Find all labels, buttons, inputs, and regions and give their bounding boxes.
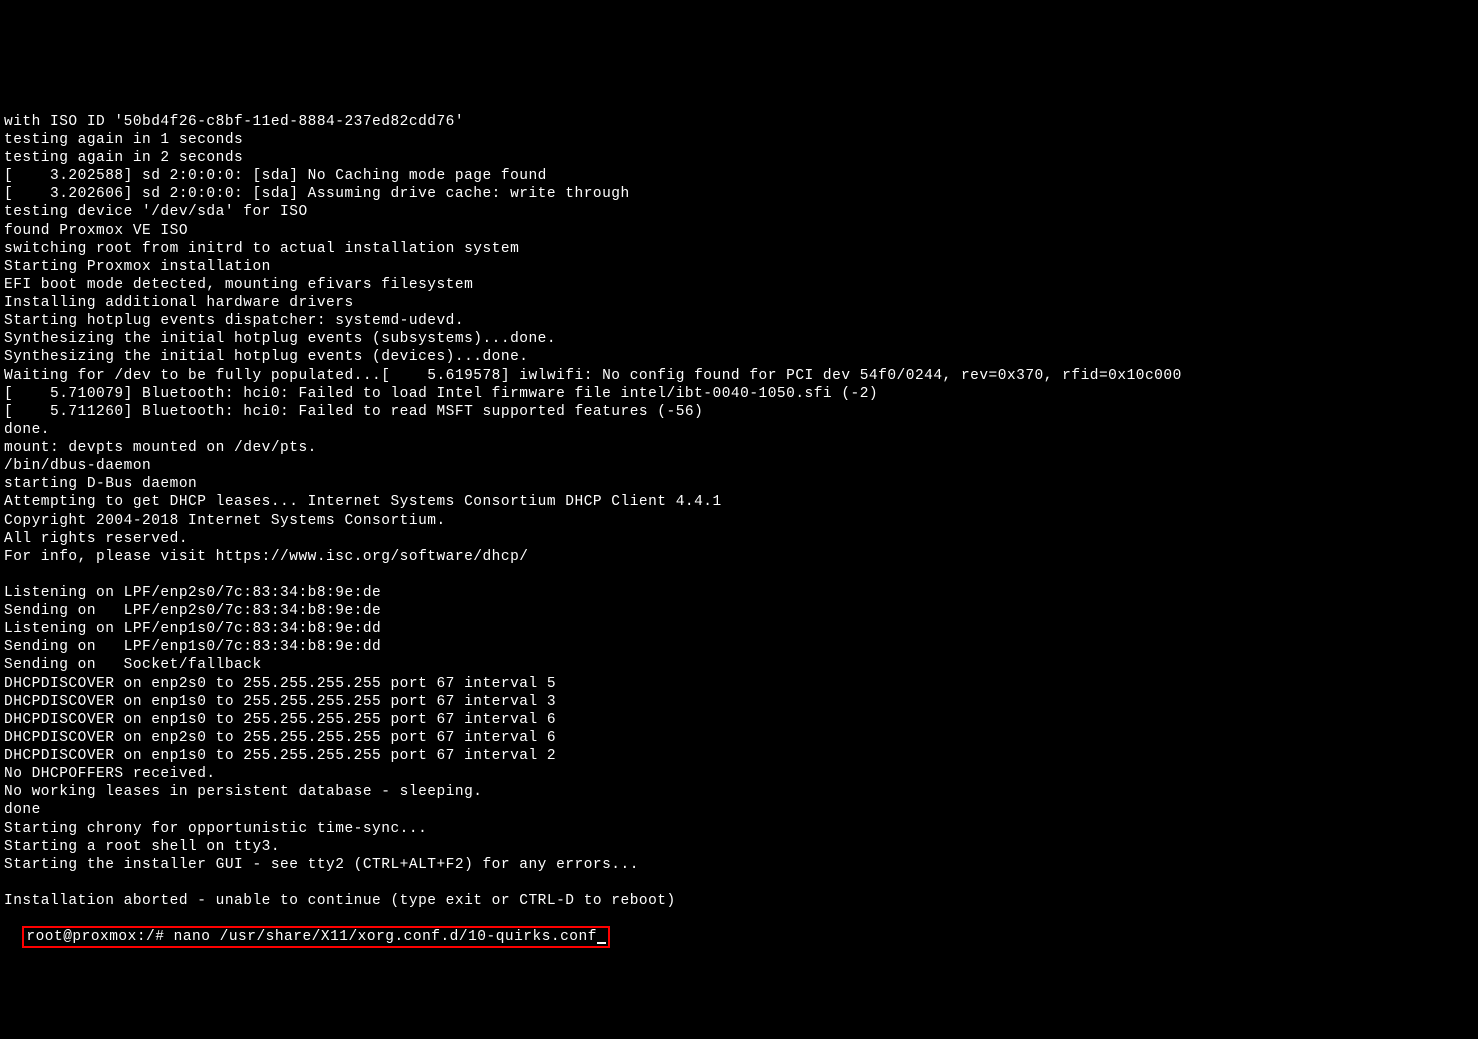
terminal-line: Starting Proxmox installation [4,258,1474,276]
terminal-line: mount: devpts mounted on /dev/pts. [4,439,1474,457]
terminal-line: testing device '/dev/sda' for ISO [4,203,1474,221]
terminal-line: found Proxmox VE ISO [4,222,1474,240]
terminal-line: DHCPDISCOVER on enp1s0 to 255.255.255.25… [4,693,1474,711]
terminal-line: Installation aborted - unable to continu… [4,892,1474,910]
prompt-user-host: root@proxmox:/# [26,929,173,945]
terminal-line: starting D-Bus daemon [4,475,1474,493]
terminal-line: [ 5.710079] Bluetooth: hci0: Failed to l… [4,385,1474,403]
terminal-line: EFI boot mode detected, mounting efivars… [4,276,1474,294]
terminal-line: [ 3.202588] sd 2:0:0:0: [sda] No Caching… [4,167,1474,185]
terminal-line: [ 5.711260] Bluetooth: hci0: Failed to r… [4,403,1474,421]
terminal-line: DHCPDISCOVER on enp2s0 to 255.255.255.25… [4,675,1474,693]
command-prompt-highlight: root@proxmox:/# nano /usr/share/X11/xorg… [22,926,610,948]
terminal-line: Copyright 2004-2018 Internet Systems Con… [4,512,1474,530]
terminal-line: Synthesizing the initial hotplug events … [4,330,1474,348]
cursor-icon [597,942,606,944]
terminal-line: No DHCPOFFERS received. [4,765,1474,783]
terminal-line: DHCPDISCOVER on enp1s0 to 255.255.255.25… [4,747,1474,765]
terminal-line: /bin/dbus-daemon [4,457,1474,475]
terminal-output[interactable]: with ISO ID '50bd4f26-c8bf-11ed-8884-237… [4,77,1474,949]
shell-prompt: root@proxmox:/# nano /usr/share/X11/xorg… [26,929,597,945]
terminal-line: Starting hotplug events dispatcher: syst… [4,312,1474,330]
terminal-line: testing again in 1 seconds [4,131,1474,149]
terminal-line: done. [4,421,1474,439]
terminal-line: Attempting to get DHCP leases... Interne… [4,493,1474,511]
terminal-line: Waiting for /dev to be fully populated..… [4,367,1474,385]
terminal-line: done [4,801,1474,819]
terminal-line: DHCPDISCOVER on enp1s0 to 255.255.255.25… [4,711,1474,729]
terminal-line: Listening on LPF/enp2s0/7c:83:34:b8:9e:d… [4,584,1474,602]
terminal-line: DHCPDISCOVER on enp2s0 to 255.255.255.25… [4,729,1474,747]
terminal-line: Listening on LPF/enp1s0/7c:83:34:b8:9e:d… [4,620,1474,638]
terminal-line: All rights reserved. [4,530,1474,548]
terminal-line: [ 3.202606] sd 2:0:0:0: [sda] Assuming d… [4,185,1474,203]
terminal-line: Starting a root shell on tty3. [4,838,1474,856]
typed-command: nano /usr/share/X11/xorg.conf.d/10-quirk… [174,929,597,945]
terminal-line: Sending on LPF/enp1s0/7c:83:34:b8:9e:dd [4,638,1474,656]
terminal-line: Starting the installer GUI - see tty2 (C… [4,856,1474,874]
terminal-line: Installing additional hardware drivers [4,294,1474,312]
terminal-line: Sending on Socket/fallback [4,656,1474,674]
terminal-line: Starting chrony for opportunistic time-s… [4,820,1474,838]
terminal-line: Synthesizing the initial hotplug events … [4,348,1474,366]
terminal-line: Sending on LPF/enp2s0/7c:83:34:b8:9e:de [4,602,1474,620]
terminal-line: switching root from initrd to actual ins… [4,240,1474,258]
terminal-line [4,566,1474,584]
terminal-line: For info, please visit https://www.isc.o… [4,548,1474,566]
terminal-line: testing again in 2 seconds [4,149,1474,167]
terminal-line: No working leases in persistent database… [4,783,1474,801]
terminal-line: with ISO ID '50bd4f26-c8bf-11ed-8884-237… [4,113,1474,131]
terminal-line [4,874,1474,892]
